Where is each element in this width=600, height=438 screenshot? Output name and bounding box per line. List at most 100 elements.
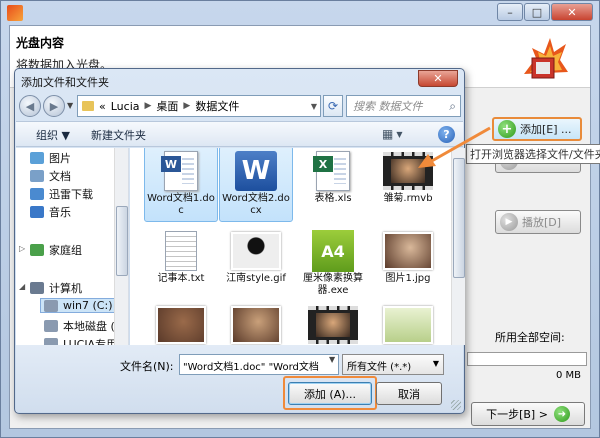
filename-label: 文件名(N): xyxy=(120,360,174,373)
help-icon[interactable]: ? xyxy=(438,126,455,143)
next-arrow-icon: ➜ xyxy=(553,406,570,422)
new-folder-button[interactable]: 新建文件夹 xyxy=(91,127,146,143)
file-name: 江南style.gif xyxy=(226,273,286,284)
video-thumbnail-icon xyxy=(383,152,433,190)
chevron-right-icon[interactable]: ▶ xyxy=(145,101,152,111)
minimize-button[interactable]: – xyxy=(497,3,523,21)
nav-item-drive-d[interactable]: 本地磁盘 (D xyxy=(44,318,123,334)
file-item[interactable]: W Word文档1.doc xyxy=(144,148,218,222)
nav-scroll-thumb[interactable] xyxy=(116,206,128,276)
file-item[interactable]: 图片3.jpg xyxy=(219,300,293,345)
nav-item-pictures[interactable]: 图片 xyxy=(30,150,71,166)
nav-item-thunder[interactable]: 迅雷下载 xyxy=(30,186,93,202)
chevron-down-icon: ▼ xyxy=(396,129,403,139)
file-thumbnail: W xyxy=(231,151,281,191)
pictures-icon xyxy=(30,152,44,164)
dialog-toolbar: 组织 ▼ 新建文件夹 ▦ ▼ ? xyxy=(16,121,463,147)
drive-icon xyxy=(44,338,58,345)
file-type-filter[interactable]: 所有文件 (*.*) ▼ xyxy=(342,354,444,375)
maximize-button[interactable]: □ xyxy=(524,3,550,21)
nav-item-homegroup[interactable]: 家庭组 xyxy=(30,242,82,258)
breadcrumb-lucia[interactable]: Lucia xyxy=(111,100,140,113)
add-files-dialog: 添加文件和文件夹 ✕ ◀ ▶ ▼ « Lucia ▶ 桌面 ▶ 数据文件 ▼ ⟳… xyxy=(14,68,465,414)
add-files-button[interactable]: + 添加[E] ... xyxy=(492,117,582,141)
forward-arrow-icon: ▶ xyxy=(49,99,59,113)
file-item[interactable]: 我脑中的橡皮擦.rmvb xyxy=(296,300,370,345)
history-dropdown-icon[interactable]: ▼ xyxy=(67,101,73,110)
space-label: 所用全部空间: xyxy=(495,331,565,344)
nav-item-documents[interactable]: 文档 xyxy=(30,168,71,184)
nav-item-computer[interactable]: 计算机 xyxy=(30,280,82,296)
photo-thumbnail-icon xyxy=(231,306,281,344)
file-item[interactable]: 记事本.txt xyxy=(144,226,218,302)
refresh-button[interactable]: ⟳ xyxy=(323,95,343,117)
dialog-add-button[interactable]: 添加 (A)... xyxy=(288,382,372,405)
file-list: W Word文档1.doc W Word文档2.docx X 表格.xls 雏菊.rmvb 记… xyxy=(130,148,465,345)
photo-thumbnail-icon xyxy=(383,232,433,270)
filename-dropdown-icon[interactable]: ▼ xyxy=(329,355,335,364)
files-scroll-thumb[interactable] xyxy=(453,158,465,278)
breadcrumb-datafiles[interactable]: 数据文件 xyxy=(195,98,239,114)
file-item[interactable]: X 表格.xls xyxy=(296,148,370,222)
search-input[interactable]: 搜索 数据文件 ⌕ xyxy=(346,95,461,117)
breadcrumb-desktop[interactable]: 桌面 xyxy=(156,98,178,114)
dialog-cancel-button[interactable]: 取消 xyxy=(376,382,442,405)
play-button[interactable]: ▶ 播放[D] xyxy=(495,210,581,234)
file-name: 表格.xls xyxy=(314,193,352,204)
filename-input[interactable]: "Word文档1.doc" "Word文档 xyxy=(179,354,339,375)
address-dropdown-icon[interactable]: ▼ xyxy=(307,95,321,117)
photo-thumbnail-icon xyxy=(156,306,206,344)
resize-grip[interactable] xyxy=(451,400,461,410)
file-item[interactable]: 图片2.jpg xyxy=(144,300,218,345)
file-item[interactable]: 图片1.jpg xyxy=(371,226,445,302)
files-scrollbar[interactable] xyxy=(451,148,465,345)
burner-logo-icon xyxy=(524,38,568,79)
play-icon: ▶ xyxy=(500,213,518,231)
next-button[interactable]: 下一步[B] > ➜ xyxy=(471,402,585,426)
collapse-computer-icon[interactable]: ◢ xyxy=(19,282,25,291)
nav-item-drive-lucia[interactable]: LUCIA专用 ( xyxy=(44,336,125,345)
navigation-bar: ◀ ▶ ▼ « Lucia ▶ 桌面 ▶ 数据文件 ▼ ⟳ 搜索 数据文件 ⌕ xyxy=(19,93,461,119)
window-controls: – □ ✕ xyxy=(497,3,593,21)
computer-icon xyxy=(30,282,44,294)
file-item[interactable]: W Word文档2.docx xyxy=(219,148,293,222)
nav-label: 图片 xyxy=(49,152,71,165)
file-name: Word文档1.doc xyxy=(147,193,215,216)
file-item[interactable]: 相册幻灯片.exe xyxy=(371,300,445,345)
file-thumbnail xyxy=(156,305,206,345)
back-button[interactable]: ◀ xyxy=(19,95,41,117)
folder-icon xyxy=(82,101,94,111)
view-grid-icon: ▦ xyxy=(382,127,394,141)
file-item[interactable]: A4 厘米像素换算器.exe xyxy=(296,226,370,302)
nav-item-drive-c[interactable]: win7 (C:) xyxy=(40,298,117,313)
nav-item-music[interactable]: 音乐 xyxy=(30,204,71,220)
chevron-down-icon: ▼ xyxy=(432,359,439,368)
search-icon[interactable]: ⌕ xyxy=(449,99,456,114)
expand-homegroup-icon[interactable]: ▷ xyxy=(19,244,25,253)
slideshow-app-icon xyxy=(383,306,433,344)
dialog-title: 添加文件和文件夹 xyxy=(21,76,109,89)
organize-button[interactable]: 组织 ▼ xyxy=(36,127,70,143)
refresh-icon: ⟳ xyxy=(327,99,339,113)
address-bar[interactable]: « Lucia ▶ 桌面 ▶ 数据文件 xyxy=(77,95,321,117)
close-button[interactable]: ✕ xyxy=(551,3,593,21)
nav-scrollbar[interactable] xyxy=(114,148,128,345)
forward-button[interactable]: ▶ xyxy=(43,95,65,117)
view-options-button[interactable]: ▦ ▼ xyxy=(382,125,412,143)
file-thumbnail xyxy=(231,305,281,345)
address-prefix: « xyxy=(99,99,106,113)
video-thumbnail-icon xyxy=(308,306,358,344)
excel-icon: X xyxy=(313,151,350,191)
dialog-footer: 文件名(N): "Word文档1.doc" "Word文档 ▼ 所有文件 (*.… xyxy=(16,345,463,412)
dialog-close-button[interactable]: ✕ xyxy=(418,70,458,87)
add-files-label: 添加[E] ... xyxy=(520,123,572,136)
chevron-right-icon[interactable]: ▶ xyxy=(183,101,190,111)
file-thumbnail xyxy=(383,231,433,271)
navigation-pane: 图片 文档 迅雷下载 音乐 ▷ 家庭组 ◢ 计算机 win7 (C:) 本地磁盘… xyxy=(16,148,129,345)
file-item[interactable]: 江南style.gif xyxy=(219,226,293,302)
space-value: 0 MB xyxy=(556,370,582,381)
file-item[interactable]: 雏菊.rmvb xyxy=(371,148,445,222)
drive-icon xyxy=(44,320,58,332)
file-name: 图片1.jpg xyxy=(385,273,431,284)
file-thumbnail: A4 xyxy=(308,230,358,272)
